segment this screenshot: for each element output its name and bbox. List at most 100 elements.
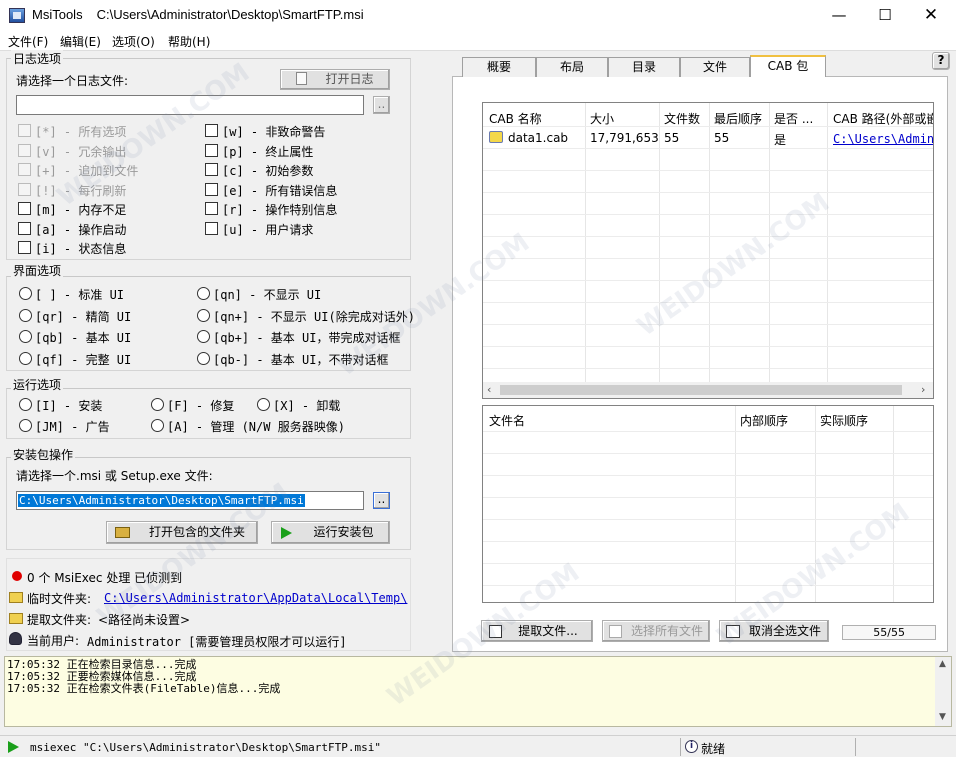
horizontal-scrollbar[interactable]: ‹ › bbox=[483, 382, 933, 398]
scroll-down-icon[interactable]: ▼ bbox=[939, 712, 946, 722]
log-option-checkbox[interactable] bbox=[18, 241, 31, 254]
log-option-checkbox[interactable] bbox=[205, 124, 218, 137]
user-value: Administrator [需要管理员权限才可以运行] bbox=[87, 635, 347, 649]
ui-option-radio[interactable] bbox=[197, 351, 210, 365]
scroll-up-icon[interactable]: ▲ bbox=[939, 659, 946, 669]
empty-row bbox=[483, 193, 933, 215]
install-path-input[interactable]: C:\Users\Administrator\Desktop\SmartFTP.… bbox=[16, 491, 364, 510]
run-option-radio[interactable] bbox=[151, 419, 164, 432]
empty-row bbox=[483, 542, 933, 564]
cab-table: CAB 名称 大小 文件数 最后顺序 是否 ... CAB 路径(外部或嵌 da… bbox=[482, 102, 934, 399]
ui-option-radio[interactable] bbox=[197, 308, 210, 322]
msiexec-count: 0 个 MsiExec 处理 已侦测到 bbox=[27, 571, 183, 585]
log-option-checkbox[interactable] bbox=[18, 202, 31, 215]
scroll-right-icon[interactable]: › bbox=[921, 383, 925, 396]
window-icon bbox=[726, 625, 740, 638]
open-folder-button[interactable]: 打开包含的文件夹 bbox=[106, 521, 258, 544]
menu-help[interactable]: 帮助(H) bbox=[168, 33, 210, 50]
log-vertical-scrollbar[interactable]: ▲ ▼ bbox=[935, 657, 951, 726]
log-option-checkbox[interactable] bbox=[205, 163, 218, 176]
header-size[interactable]: 大小 bbox=[590, 110, 656, 127]
maximize-button[interactable]: ☐ bbox=[862, 0, 908, 31]
ui-option-radio[interactable] bbox=[19, 287, 32, 300]
menu-edit[interactable]: 编辑(E) bbox=[60, 33, 101, 50]
app-icon bbox=[9, 8, 25, 23]
empty-row bbox=[483, 432, 933, 454]
empty-row bbox=[483, 520, 933, 542]
menu-file[interactable]: 文件(F) bbox=[8, 33, 48, 50]
header-file-count[interactable]: 文件数 bbox=[664, 110, 708, 127]
ui-option-label: [qb+] - 基本 UI，带完成对话框 bbox=[213, 331, 401, 345]
status-divider bbox=[680, 738, 681, 756]
user-icon bbox=[9, 632, 22, 645]
extract-files-button[interactable]: 提取文件... bbox=[481, 620, 593, 642]
log-browse-button[interactable]: .. bbox=[373, 96, 390, 114]
log-file-input[interactable] bbox=[16, 95, 364, 115]
install-prompt: 请选择一个.msi 或 Setup.exe 文件: bbox=[16, 469, 213, 483]
menu-options[interactable]: 选项(O) bbox=[112, 33, 155, 50]
cab-is: 是 bbox=[774, 133, 787, 147]
tab-layout[interactable]: 布局 bbox=[536, 57, 608, 77]
header-cab-name[interactable]: CAB 名称 bbox=[489, 110, 583, 127]
header-cab-path[interactable]: CAB 路径(外部或嵌 bbox=[833, 110, 933, 127]
empty-row bbox=[483, 259, 933, 281]
status-divider bbox=[855, 738, 856, 756]
ui-option-radio[interactable] bbox=[19, 308, 32, 322]
ui-option-radio[interactable] bbox=[197, 287, 210, 300]
tab-directory[interactable]: 目录 bbox=[608, 57, 680, 77]
empty-row bbox=[483, 171, 933, 193]
header-internal-seq[interactable]: 内部顺序 bbox=[740, 412, 788, 429]
log-option-checkbox[interactable] bbox=[18, 163, 31, 176]
empty-row bbox=[483, 564, 933, 586]
run-option-radio[interactable] bbox=[19, 419, 32, 432]
status-command: msiexec "C:\Users\Administrator\Desktop\… bbox=[30, 741, 381, 754]
scrollbar-thumb[interactable] bbox=[500, 385, 902, 395]
tab-files[interactable]: 文件 bbox=[680, 57, 750, 77]
title-bar: MsiTools C:\Users\Administrator\Desktop\S… bbox=[0, 0, 956, 31]
install-label: 安装包操作 bbox=[11, 446, 76, 463]
deselect-all-files-button[interactable]: 取消全选文件 bbox=[719, 620, 829, 642]
help-icon[interactable]: ? bbox=[932, 52, 950, 70]
log-option-checkbox[interactable] bbox=[205, 143, 218, 157]
header-is[interactable]: 是否 ... bbox=[774, 110, 826, 127]
scroll-left-icon[interactable]: ‹ bbox=[487, 383, 491, 396]
select-all-files-button[interactable]: 选择所有文件 bbox=[602, 620, 710, 642]
open-log-button[interactable]: 打开日志 bbox=[280, 69, 390, 90]
log-option-checkbox[interactable] bbox=[18, 221, 31, 235]
log-option-label: [u] - 用户请求 bbox=[222, 222, 314, 237]
close-button[interactable]: ✕ bbox=[908, 0, 954, 31]
log-option-checkbox[interactable] bbox=[18, 124, 31, 137]
log-option-checkbox[interactable] bbox=[205, 202, 218, 215]
status-state: 就绪 bbox=[701, 742, 726, 756]
run-option-radio[interactable] bbox=[19, 398, 32, 411]
log-file-prompt: 请选择一个日志文件: bbox=[16, 74, 129, 88]
header-actual-seq[interactable]: 实际顺序 bbox=[820, 412, 868, 429]
tab-summary[interactable]: 概要 bbox=[462, 57, 536, 77]
run-option-radio[interactable] bbox=[257, 398, 270, 411]
document-icon bbox=[296, 72, 308, 85]
run-option-label: [X] - 卸载 bbox=[273, 399, 341, 413]
log-option-checkbox[interactable] bbox=[205, 221, 218, 235]
ui-option-radio[interactable] bbox=[19, 330, 32, 343]
header-file-name[interactable]: 文件名 bbox=[489, 412, 525, 429]
log-lines: 17:05:32 正在检索目录信息...完成 17:05:32 正要检索媒体信息… bbox=[7, 659, 280, 695]
run-option-radio[interactable] bbox=[151, 398, 164, 411]
run-package-button[interactable]: 运行安装包 bbox=[271, 521, 390, 544]
empty-row bbox=[483, 149, 933, 171]
minimize-button[interactable]: — bbox=[816, 0, 862, 31]
empty-row bbox=[483, 347, 933, 369]
install-browse-button[interactable]: .. bbox=[373, 492, 390, 509]
log-option-checkbox[interactable] bbox=[18, 182, 31, 196]
extract-folder-label: 提取文件夹: bbox=[27, 613, 92, 627]
run-option-label: [JM] - 广告 bbox=[35, 420, 110, 434]
cab-path-link[interactable]: C:\Users\Administ bbox=[833, 132, 933, 146]
header-last-seq[interactable]: 最后顺序 bbox=[714, 110, 768, 127]
tab-cab[interactable]: CAB 包 bbox=[750, 55, 826, 77]
log-option-checkbox[interactable] bbox=[18, 143, 31, 157]
ui-option-radio[interactable] bbox=[197, 330, 210, 343]
ui-option-radio[interactable] bbox=[19, 351, 32, 365]
log-option-label: [w] - 非致命警告 bbox=[222, 125, 326, 139]
temp-folder-link[interactable]: C:\Users\Administrator\AppData\Local\Tem… bbox=[104, 591, 407, 605]
temp-folder-icon bbox=[9, 592, 23, 603]
log-option-checkbox[interactable] bbox=[205, 182, 218, 196]
